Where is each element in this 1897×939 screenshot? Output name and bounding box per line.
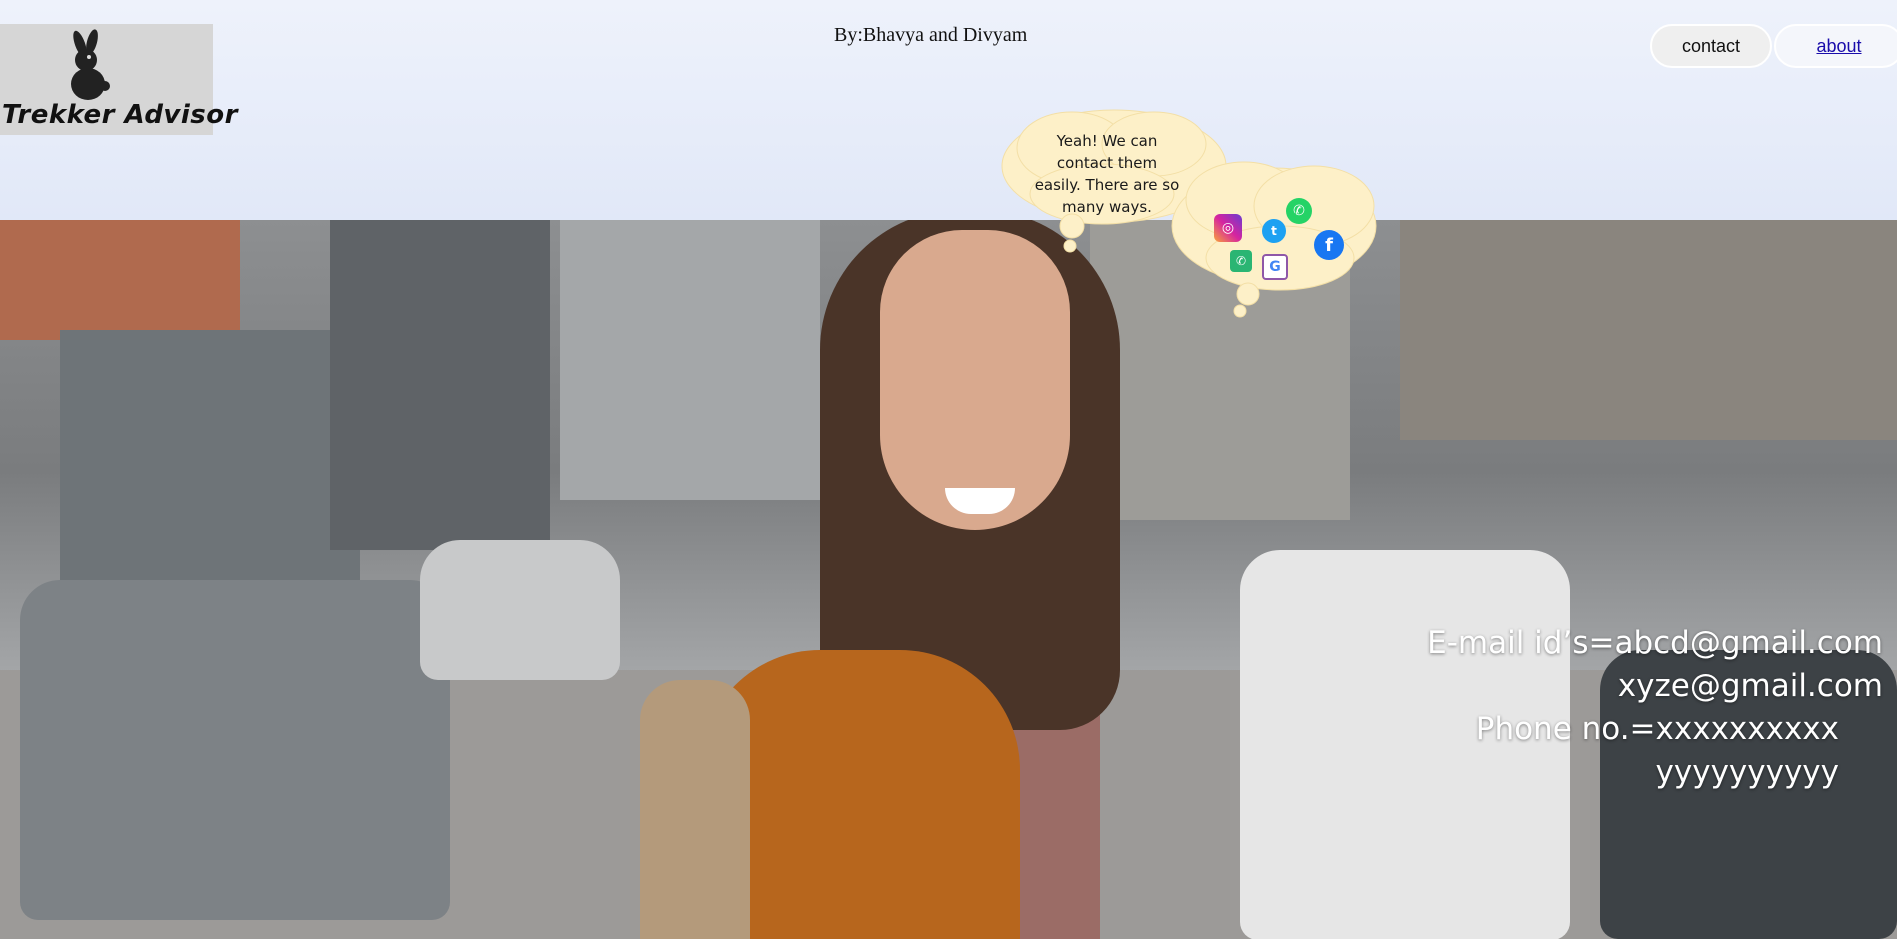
email-line-2: xyze@gmail.com — [1617, 668, 1883, 704]
car-left-2 — [420, 540, 620, 680]
logo-text: Trekker Advisor — [2, 100, 238, 130]
bubble-text: Yeah! We can contact them easily. There … — [1034, 132, 1180, 216]
nav-about-link[interactable]: about — [1774, 24, 1897, 68]
facebook-icon[interactable]: f — [1314, 230, 1344, 260]
email-line-1: E-mail id’s=abcd@gmail.com — [1427, 625, 1883, 661]
building-left — [0, 220, 240, 340]
page: Trekker Advisor By:Bhavya and Divyam con… — [0, 0, 1897, 939]
building-mid-2 — [560, 220, 820, 500]
nav-contact-button[interactable]: contact — [1650, 24, 1772, 68]
hero-image: E-mail id’s=abcd@gmail.com xyze@gmail.co… — [0, 220, 1897, 939]
google-icon[interactable]: G — [1262, 254, 1288, 280]
byline: By:Bhavya and Divyam — [834, 24, 1028, 46]
phone-icon[interactable]: ✆ — [1230, 250, 1252, 272]
twitter-icon[interactable]: t — [1262, 219, 1286, 243]
car-left — [20, 580, 450, 920]
contact-info: E-mail id’s=abcd@gmail.com xyze@gmail.co… — [1283, 622, 1883, 794]
building-mid — [330, 220, 550, 550]
logo[interactable]: Trekker Advisor — [0, 24, 237, 135]
phone-line-1: Phone no.=xxxxxxxxxx — [1475, 711, 1839, 747]
building-right-2 — [1400, 220, 1897, 440]
rabbit-icon — [71, 29, 110, 100]
building-left-2 — [60, 330, 360, 590]
phone-line-2: yyyyyyyyyy — [1655, 754, 1839, 790]
person-backpack — [640, 680, 750, 939]
header: Trekker Advisor By:Bhavya and Divyam con… — [0, 0, 1897, 220]
whatsapp-icon[interactable]: ✆ — [1286, 198, 1312, 224]
instagram-icon[interactable]: ◎ — [1214, 214, 1242, 242]
